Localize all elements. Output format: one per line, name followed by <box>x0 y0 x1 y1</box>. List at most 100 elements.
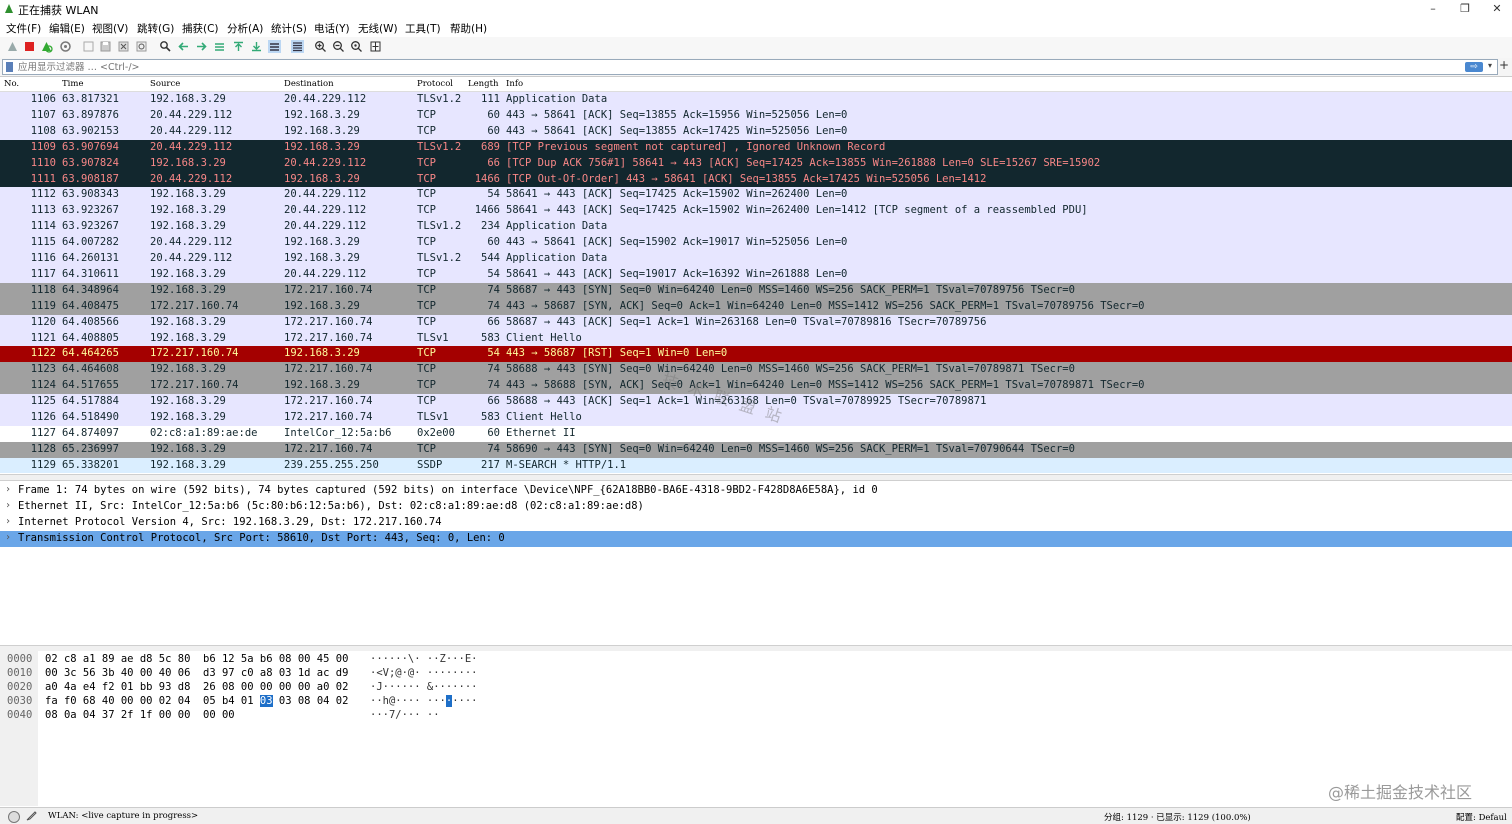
expert-info-icon[interactable] <box>8 811 20 823</box>
expand-arrow-icon[interactable]: › <box>5 500 11 511</box>
packet-row[interactable]: 1106 63.817321 192.168.3.29 20.44.229.112 TL… <box>0 92 1512 108</box>
bytes-ascii[interactable]: ······\· ··Z···E· <box>370 653 477 665</box>
detail-tree-item[interactable]: › Frame 1: 74 bytes on wire (592 bits), 7… <box>0 483 1512 499</box>
bytes-hex-highlight[interactable]: 03 <box>259 695 273 707</box>
restart-capture-icon[interactable] <box>40 40 53 53</box>
go-forward-icon[interactable] <box>195 40 208 53</box>
packet-row[interactable]: 1121 64.408805 192.168.3.29 172.217.160.74 T… <box>0 330 1512 347</box>
column-no[interactable]: No. <box>4 79 19 89</box>
packet-row[interactable]: 1119 64.408475 172.217.160.74 192.168.3.29 T… <box>0 298 1512 315</box>
bytes-hex[interactable]: 02 c8 a1 89 ae d8 5c 80 <box>45 653 190 665</box>
status-bar: WLAN: <live capture in progress> 分组: 112… <box>0 807 1512 824</box>
bytes-hex[interactable]: 05 b4 01 03 03 08 04 02 <box>203 695 348 707</box>
packet-row[interactable]: 1122 64.464265 172.217.160.74 192.168.3.29 T… <box>0 346 1512 363</box>
pane-splitter[interactable] <box>0 474 1512 481</box>
packet-row[interactable]: 1128 65.236997 192.168.3.29 172.217.160.74 T… <box>0 441 1512 458</box>
colorize-icon[interactable] <box>291 40 304 53</box>
bytes-hex[interactable]: 00 3c 56 3b 40 00 40 06 <box>45 667 190 679</box>
menu-edit[interactable]: 编辑(E) <box>49 21 85 36</box>
menu-telephony[interactable]: 电话(Y) <box>314 21 350 36</box>
packet-row[interactable]: 1117 64.310611 192.168.3.29 20.44.229.112 TC… <box>0 266 1512 283</box>
go-back-icon[interactable] <box>177 40 190 53</box>
auto-scroll-icon[interactable] <box>268 40 281 53</box>
packet-row[interactable]: 1123 64.464608 192.168.3.29 172.217.160.74 T… <box>0 362 1512 379</box>
bytes-hex[interactable]: d3 97 c0 a8 03 1d ac d9 <box>203 667 348 679</box>
bookmark-icon[interactable] <box>6 62 13 72</box>
last-packet-icon[interactable] <box>250 40 263 53</box>
stop-capture-icon[interactable] <box>23 40 36 53</box>
bytes-hex[interactable]: b6 12 5a b6 08 00 45 00 <box>203 653 348 665</box>
detail-tree-item[interactable]: › Transmission Control Protocol, Src Port… <box>0 531 1512 547</box>
detail-tree-item[interactable]: › Ethernet II, Src: IntelCor_12:5a:b6 (5c… <box>0 499 1512 515</box>
column-time[interactable]: Time <box>62 79 83 89</box>
packet-source: 192.168.3.29 <box>150 363 226 376</box>
capture-comment-icon[interactable] <box>26 810 37 821</box>
packet-row[interactable]: 1107 63.897876 20.44.229.112 192.168.3.29 TC… <box>0 107 1512 124</box>
add-filter-button[interactable]: + <box>1499 58 1509 72</box>
packet-row[interactable]: 1109 63.907694 20.44.229.112 192.168.3.29 TL… <box>0 139 1512 156</box>
reload-file-icon[interactable] <box>135 40 148 53</box>
menu-file[interactable]: 文件(F) <box>6 21 41 36</box>
open-file-icon[interactable] <box>82 40 95 53</box>
start-capture-icon[interactable] <box>6 40 19 53</box>
column-length[interactable]: Length <box>468 79 498 89</box>
bytes-hex[interactable]: a0 4a e4 f2 01 bb 93 d8 <box>45 681 190 693</box>
save-file-icon[interactable] <box>99 40 112 53</box>
menu-tools[interactable]: 工具(T) <box>405 21 441 36</box>
menu-statistics[interactable]: 统计(S) <box>271 21 307 36</box>
column-destination[interactable]: Destination <box>284 79 334 89</box>
menu-analyze[interactable]: 分析(A) <box>227 21 263 36</box>
bytes-hex[interactable]: 26 08 00 00 00 00 a0 02 <box>203 681 348 693</box>
close-file-icon[interactable] <box>117 40 130 53</box>
packet-row[interactable]: 1114 63.923267 192.168.3.29 20.44.229.112 TL… <box>0 219 1512 236</box>
packet-row[interactable]: 1124 64.517655 172.217.160.74 192.168.3.29 T… <box>0 378 1512 395</box>
expand-arrow-icon[interactable]: › <box>5 484 11 495</box>
column-info[interactable]: Info <box>506 79 523 89</box>
packet-length: 1466 <box>474 204 500 217</box>
bytes-ascii[interactable]: ·J······ &······· <box>370 681 477 693</box>
find-packet-icon[interactable] <box>159 40 172 53</box>
menu-capture[interactable]: 捕获(C) <box>182 21 219 36</box>
zoom-in-icon[interactable] <box>314 40 327 53</box>
expand-arrow-icon[interactable]: › <box>5 532 11 543</box>
packet-row[interactable]: 1108 63.902153 20.44.229.112 192.168.3.29 TC… <box>0 123 1512 140</box>
packet-row[interactable]: 1111 63.908187 20.44.229.112 192.168.3.29 TC… <box>0 171 1512 188</box>
first-packet-icon[interactable] <box>232 40 245 53</box>
bytes-hex[interactable]: fa f0 68 40 00 00 02 04 <box>45 695 190 707</box>
menu-help[interactable]: 帮助(H) <box>450 21 487 36</box>
restore-button[interactable]: ❐ <box>1452 1 1478 17</box>
menu-wireless[interactable]: 无线(W) <box>358 21 398 36</box>
packet-row[interactable]: 1112 63.908343 192.168.3.29 20.44.229.112 TC… <box>0 187 1512 204</box>
packet-row[interactable]: 1110 63.907824 192.168.3.29 20.44.229.112 TC… <box>0 155 1512 172</box>
packet-row[interactable]: 1127 64.874097 02:c8:a1:89:ae:de IntelCor_1… <box>0 425 1512 442</box>
zoom-normal-icon[interactable] <box>350 40 363 53</box>
capture-options-icon[interactable] <box>59 40 72 53</box>
bytes-ascii-post: ···· <box>452 695 478 707</box>
profile-status[interactable]: 配置: Defaul <box>1456 811 1507 823</box>
packet-row[interactable]: 1118 64.348964 192.168.3.29 172.217.160.74 T… <box>0 282 1512 299</box>
column-protocol[interactable]: Protocol <box>417 79 453 89</box>
bytes-ascii[interactable]: ··h@···· ········ <box>370 695 477 707</box>
detail-tree-item[interactable]: › Internet Protocol Version 4, Src: 192.1… <box>0 515 1512 531</box>
packet-row[interactable]: 1113 63.923267 192.168.3.29 20.44.229.112 TC… <box>0 203 1512 220</box>
minimize-button[interactable]: – <box>1420 1 1446 17</box>
column-source[interactable]: Source <box>150 79 180 89</box>
packet-row[interactable]: 1120 64.408566 192.168.3.29 172.217.160.74 T… <box>0 314 1512 331</box>
menu-view[interactable]: 视图(V) <box>92 21 128 36</box>
bytes-hex[interactable]: 08 0a 04 37 2f 1f 00 00 <box>45 709 190 721</box>
zoom-out-icon[interactable] <box>332 40 345 53</box>
menu-go[interactable]: 跳转(G) <box>137 21 174 36</box>
apply-filter-button[interactable]: ⇨ <box>1465 62 1483 72</box>
bytes-ascii[interactable]: ···7/··· ·· <box>370 709 440 721</box>
bytes-ascii[interactable]: ·<V;@·@· ········ <box>370 667 477 679</box>
bytes-hex[interactable]: 00 00 <box>203 709 235 721</box>
go-to-packet-icon[interactable] <box>213 40 226 53</box>
packet-row[interactable]: 1116 64.260131 20.44.229.112 192.168.3.29 TL… <box>0 251 1512 267</box>
expand-arrow-icon[interactable]: › <box>5 516 11 527</box>
resize-columns-icon[interactable] <box>369 40 382 53</box>
packet-row[interactable]: 1129 65.338201 192.168.3.29 239.255.255.250… <box>0 457 1512 473</box>
packet-row[interactable]: 1115 64.007282 20.44.229.112 192.168.3.29 TC… <box>0 235 1512 252</box>
close-button[interactable]: ✕ <box>1484 1 1510 17</box>
filter-history-dropdown[interactable]: ▾ <box>1488 61 1492 70</box>
display-filter-input[interactable] <box>18 60 1438 74</box>
